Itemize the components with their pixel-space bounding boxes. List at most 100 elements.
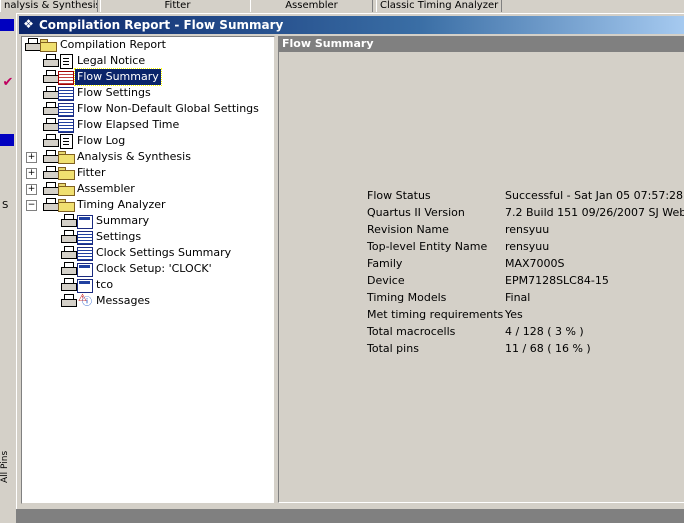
folder-icon: [58, 151, 75, 164]
row-value: Yes: [505, 308, 523, 321]
tree-item-flow-log[interactable]: Flow Log: [22, 133, 272, 149]
printer-icon: [42, 134, 60, 147]
table-icon: [58, 103, 74, 117]
tree-item-timing-summary[interactable]: Summary: [22, 213, 272, 229]
tree-item-tco[interactable]: tco: [22, 277, 272, 293]
row-label: Timing Models: [367, 291, 447, 304]
background-tab-analysis-synthesis[interactable]: nalysis & Synthesis: [0, 0, 98, 12]
row-label: Total macrocells: [367, 325, 456, 338]
printer-icon: [42, 54, 60, 67]
printer-icon: [60, 278, 78, 291]
tree-item-timing-settings[interactable]: Settings: [22, 229, 272, 245]
check-icon[interactable]: ✔: [0, 75, 16, 91]
tree-item-label: Compilation Report: [60, 38, 166, 51]
report-icon: ❖: [23, 17, 34, 31]
printer-icon: [60, 294, 78, 307]
tree-item-label: tco: [96, 278, 114, 291]
summary-table-icon: [77, 263, 93, 277]
row-label: Family: [367, 257, 403, 270]
row-label: Met timing requirements: [367, 308, 504, 321]
background-left-panel: ✔ S All Pins: [0, 13, 17, 523]
tree-item-fitter[interactable]: + Fitter: [22, 165, 272, 181]
tree-item-label: Fitter: [77, 166, 106, 179]
document-icon: [60, 54, 73, 69]
tree-item-label: Flow Non-Default Global Settings: [77, 102, 259, 115]
tree-item-label: Legal Notice: [77, 54, 146, 67]
tree-item-messages[interactable]: ⚠ ⓘ Messages: [22, 293, 272, 309]
background-s-label: S: [2, 200, 9, 211]
tree-item-label: Settings: [96, 230, 142, 243]
document-icon: [60, 134, 73, 149]
tree-item-clock-settings-summary[interactable]: Clock Settings Summary: [22, 245, 272, 261]
tree-item-label: Flow Summary: [74, 68, 162, 86]
row-label: Flow Status: [367, 189, 431, 202]
tree-item-label: Flow Elapsed Time: [77, 118, 180, 131]
tree-item-label: Clock Settings Summary: [96, 246, 232, 259]
row-value: rensyuu: [505, 240, 550, 253]
background-tab-assembler[interactable]: Assembler: [250, 0, 373, 12]
tree-item-label: Flow Log: [77, 134, 126, 147]
background-blue-bar: [0, 19, 14, 31]
tree-item-flow-non-default-global-settings[interactable]: Flow Non-Default Global Settings: [22, 101, 272, 117]
tree-item-clock-setup[interactable]: Clock Setup: 'CLOCK': [22, 261, 272, 277]
summary-table-icon: [77, 215, 93, 229]
panel-header: Flow Summary: [279, 36, 684, 52]
row-label: Top-level Entity Name: [367, 240, 488, 253]
tree-item-label: Clock Setup: 'CLOCK': [96, 262, 212, 275]
tree-item-flow-summary[interactable]: Flow Summary: [22, 68, 272, 86]
row-value: 4 / 128 ( 3 % ): [505, 325, 584, 338]
table-icon: [58, 87, 74, 101]
table-icon: [58, 71, 74, 85]
window-title: Compilation Report - Flow Summary: [39, 18, 284, 32]
printer-icon: [60, 214, 78, 227]
tree-item-label: Summary: [96, 214, 150, 227]
table-icon: [77, 231, 93, 245]
printer-icon: [60, 262, 78, 275]
tree-item-label: Flow Settings: [77, 86, 151, 99]
row-label: Device: [367, 274, 405, 287]
background-tab-fitter[interactable]: Fitter: [100, 0, 255, 12]
expand-plus-icon[interactable]: +: [26, 168, 37, 179]
folder-open-icon: [58, 199, 75, 212]
background-bottom-strip: [16, 509, 684, 523]
expand-plus-icon[interactable]: +: [26, 152, 37, 163]
collapse-minus-icon[interactable]: −: [26, 200, 37, 211]
summary-table-icon: [77, 279, 93, 293]
folder-open-icon: [40, 39, 57, 52]
expand-plus-icon[interactable]: +: [26, 184, 37, 195]
row-value: EPM7128SLC84-15: [505, 274, 609, 287]
tree-item-assembler[interactable]: + Assembler: [22, 181, 272, 197]
row-label: Quartus II Version: [367, 206, 465, 219]
compilation-report-window: ❖ Compilation Report - Flow Summary Comp…: [16, 13, 684, 510]
tree-item-analysis-synthesis[interactable]: + Analysis & Synthesis: [22, 149, 272, 165]
printer-icon: [60, 230, 78, 243]
printer-icon: [60, 246, 78, 259]
tree-item-label: Analysis & Synthesis: [77, 150, 191, 163]
tree-item-timing-analyzer[interactable]: − Timing Analyzer: [22, 197, 272, 213]
all-pins-tab[interactable]: All Pins: [0, 451, 10, 483]
row-value: 11 / 68 ( 16 % ): [505, 342, 591, 355]
report-tree[interactable]: Compilation Report Legal Notice Flow Sum…: [21, 36, 275, 504]
background-tab-strip: nalysis & Synthesis Fitter Assembler Cla…: [0, 0, 684, 14]
row-value: Successful - Sat Jan 05 07:57:28 2: [505, 189, 684, 202]
tree-item-label: Timing Analyzer: [77, 198, 166, 211]
background-tab-classic-timing-analyzer[interactable]: Classic Timing Analyzer: [376, 0, 502, 12]
row-value: MAX7000S: [505, 257, 565, 270]
table-icon: [77, 247, 93, 261]
folder-icon: [58, 167, 75, 180]
tree-item-flow-elapsed-time[interactable]: Flow Elapsed Time: [22, 117, 272, 133]
folder-icon: [58, 183, 75, 196]
row-label: Revision Name: [367, 223, 449, 236]
messages-icon: ⚠ ⓘ: [78, 293, 92, 308]
tree-item-compilation-report[interactable]: Compilation Report: [22, 37, 272, 53]
window-titlebar[interactable]: ❖ Compilation Report - Flow Summary: [19, 16, 684, 34]
row-value: 7.2 Build 151 09/26/2007 SJ Web E: [505, 206, 684, 219]
row-value: rensyuu: [505, 223, 550, 236]
background-blue-bar: [0, 134, 14, 146]
tree-item-label: Assembler: [77, 182, 135, 195]
flow-summary-panel: Flow Summary Flow Status Successful - Sa…: [278, 36, 684, 503]
tree-item-legal-notice[interactable]: Legal Notice: [22, 53, 272, 69]
tree-item-flow-settings[interactable]: Flow Settings: [22, 85, 272, 101]
table-icon: [58, 119, 74, 133]
tree-item-label: Messages: [96, 294, 150, 307]
